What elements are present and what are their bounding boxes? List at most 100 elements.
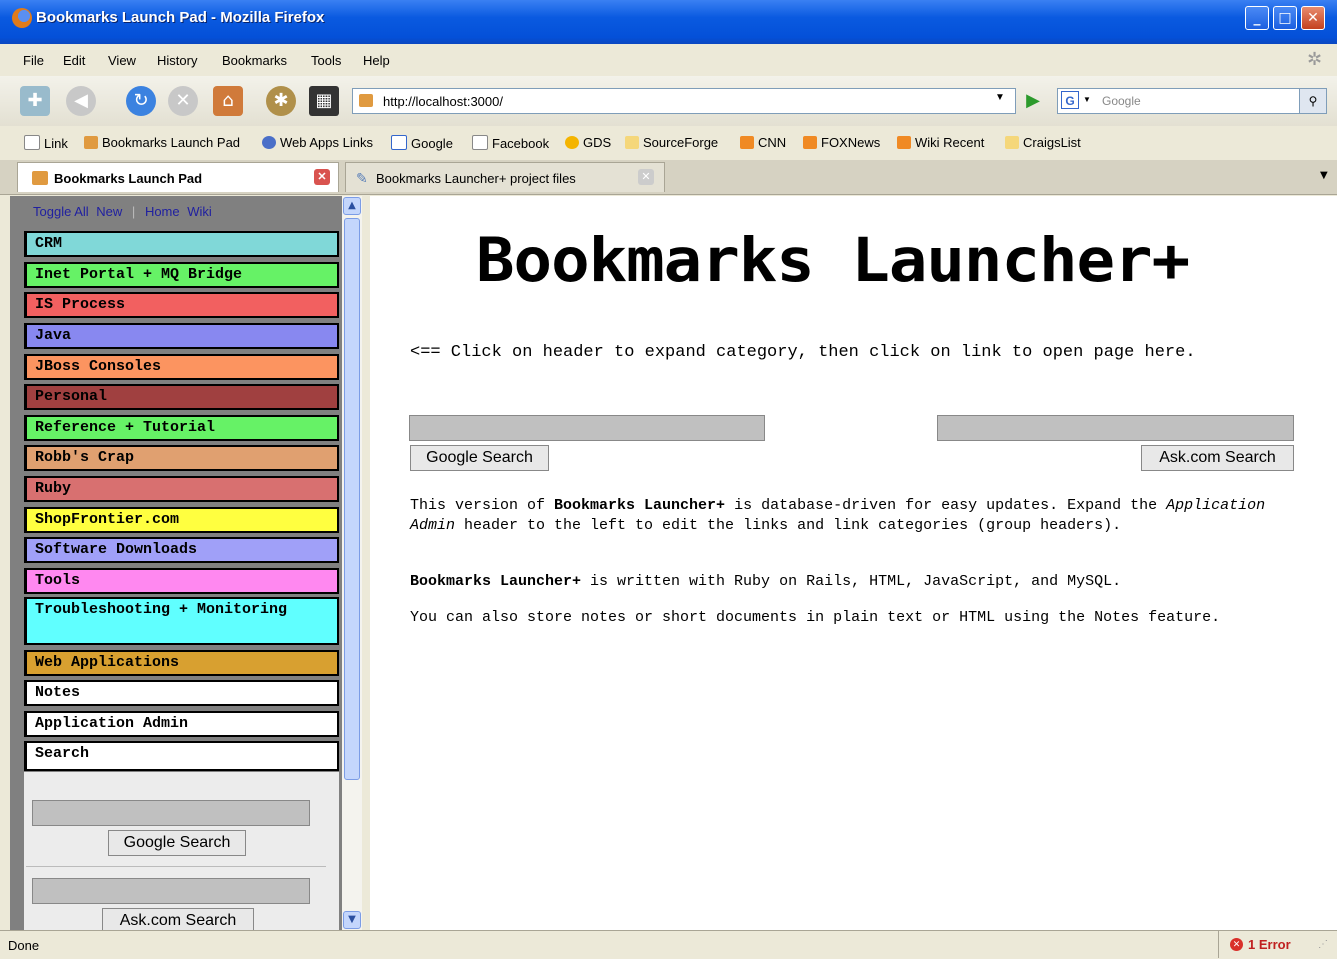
tab-label: Bookmarks Launch Pad [54,171,203,186]
bookmark-link[interactable]: Link [24,135,68,151]
category-reference-tutorial[interactable]: Reference + Tutorial [24,415,339,441]
home-link[interactable]: Home [145,204,180,219]
scroll-up-icon[interactable]: ▲ [343,197,361,215]
category-search[interactable]: Search [24,741,339,771]
engine-dropdown-icon[interactable]: ▼ [1083,95,1091,104]
feed-wiki-recent[interactable]: Wiki Recent [897,135,984,150]
go-icon[interactable]: ▶ [1020,88,1046,114]
bookmark-facebook[interactable]: Facebook [472,135,549,151]
page-icon [24,135,40,150]
menu-view[interactable]: View [108,53,136,68]
scroll-thumb[interactable] [344,218,360,780]
back-icon[interactable]: ◀ [66,86,96,116]
firebug-icon[interactable]: ✱ [266,86,296,116]
feed-foxnews[interactable]: FOXNews [803,135,880,150]
instructions-text: <== Click on header to expand category, … [410,343,1196,362]
category-application-admin[interactable]: Application Admin [24,711,339,737]
minimize-button[interactable]: _ [1245,6,1269,30]
title-bar: Bookmarks Launch Pad - Mozilla Firefox _… [0,0,1337,44]
folder-icon [1005,136,1019,149]
menu-history[interactable]: History [157,53,197,68]
rss-icon [803,136,817,149]
stop-icon[interactable]: ✕ [168,86,198,116]
category-software-downloads[interactable]: Software Downloads [24,537,339,563]
url-bar[interactable]: http://localhost:3000/ ▼ [352,88,1016,114]
notes-paragraph: You can also store notes or short docume… [410,609,1221,626]
qr-icon[interactable]: ▦ [309,86,339,116]
folder-sourceforge[interactable]: SourceForge [625,135,718,150]
status-text: Done [8,938,40,953]
rss-icon [897,136,911,149]
google-search-input[interactable] [409,415,765,441]
tab-project-files[interactable]: ✎ Bookmarks Launcher+ project files ✕ [345,162,665,192]
sidebar-scrollbar[interactable]: ▲ ▼ [342,196,362,930]
search-icon[interactable]: ⚲ [1299,89,1326,113]
search-bar[interactable]: G ▼ Google ⚲ [1057,88,1327,114]
error-icon[interactable]: ✕ [1230,938,1243,951]
menu-tools[interactable]: Tools [311,53,341,68]
site-favicon-icon [359,94,373,107]
gds-icon [565,136,579,149]
bookmark-launch-pad[interactable]: Bookmarks Launch Pad [84,135,240,150]
category-web-applications[interactable]: Web Applications [24,650,339,676]
category-java[interactable]: Java [24,323,339,349]
tab-label: Bookmarks Launcher+ project files [376,171,576,186]
resize-grip-icon[interactable]: ⋰ [1318,939,1328,950]
folder-craigslist[interactable]: CraigsList [1005,135,1081,150]
launchpad-icon [32,171,48,185]
sidebar-search-panel: Google Search Ask.com Search [24,772,339,930]
wiki-link[interactable]: Wiki [187,204,212,219]
category-tools[interactable]: Tools [24,568,339,594]
url-text[interactable]: http://localhost:3000/ [383,94,503,109]
search-placeholder: Google [1102,94,1141,108]
tab-bar: Bookmarks Launch Pad ✕ ✎ Bookmarks Launc… [0,160,1337,195]
category-crm[interactable]: CRM [24,231,339,257]
close-tab-icon[interactable]: ✕ [314,169,330,185]
scroll-down-icon[interactable]: ▼ [343,911,361,929]
reload-icon[interactable]: ↻ [126,86,156,116]
maximize-button[interactable]: □ [1273,6,1297,30]
category-is-process[interactable]: IS Process [24,292,339,318]
category-ruby[interactable]: Ruby [24,476,339,502]
google-search-button[interactable]: Google Search [410,445,549,471]
google-engine-icon[interactable]: G [1061,91,1079,109]
bookmark-web-apps[interactable]: Web Apps Links [262,135,373,150]
throbber-icon: ✲ [1307,49,1323,69]
ask-search-button[interactable]: Ask.com Search [102,908,254,930]
ask-search-button[interactable]: Ask.com Search [1141,445,1294,471]
page-icon [472,135,488,150]
category-inet-portal-mq-bridge[interactable]: Inet Portal + MQ Bridge [24,262,339,288]
error-count[interactable]: 1 Error [1248,937,1291,952]
category-personal[interactable]: Personal [24,384,339,410]
category-robb-s-crap[interactable]: Robb's Crap [24,445,339,471]
menu-edit[interactable]: Edit [63,53,85,68]
ask-search-input[interactable] [937,415,1294,441]
google-search-button[interactable]: Google Search [108,830,246,856]
menu-help[interactable]: Help [363,53,390,68]
close-button[interactable]: ✕ [1301,6,1325,30]
category-jboss-consoles[interactable]: JBoss Consoles [24,354,339,380]
sidebar: Toggle All New | Home Wiki CRM Inet Porta… [10,196,342,930]
ask-search-input[interactable] [32,878,310,904]
close-tab-icon[interactable]: ✕ [638,169,654,185]
firefox-icon [12,8,32,28]
toggle-all-link[interactable]: Toggle All [33,204,89,219]
feed-cnn[interactable]: CNN [740,135,786,150]
rss-icon [740,136,754,149]
new-tab-icon[interactable]: ✚ [20,86,50,116]
home-icon[interactable]: ⌂ [213,86,243,116]
google-search-input[interactable] [32,800,310,826]
new-link[interactable]: New [96,204,122,219]
sidebar-links: Toggle All New | Home Wiki [33,204,212,219]
folder-icon [625,136,639,149]
menu-file[interactable]: File [23,53,44,68]
tab-list-icon[interactable]: ▼ [1320,170,1328,181]
category-shopfrontier-com[interactable]: ShopFrontier.com [24,507,339,533]
bookmark-google[interactable]: Google [391,135,453,151]
category-notes[interactable]: Notes [24,680,339,706]
url-dropdown-icon[interactable]: ▼ [995,92,1005,103]
category-troubleshooting-monitoring[interactable]: Troubleshooting + Monitoring [24,597,339,645]
menu-bookmarks[interactable]: Bookmarks [222,53,287,68]
tab-bookmarks-launch-pad[interactable]: Bookmarks Launch Pad ✕ [17,162,339,192]
bookmark-gds[interactable]: GDS [565,135,611,150]
